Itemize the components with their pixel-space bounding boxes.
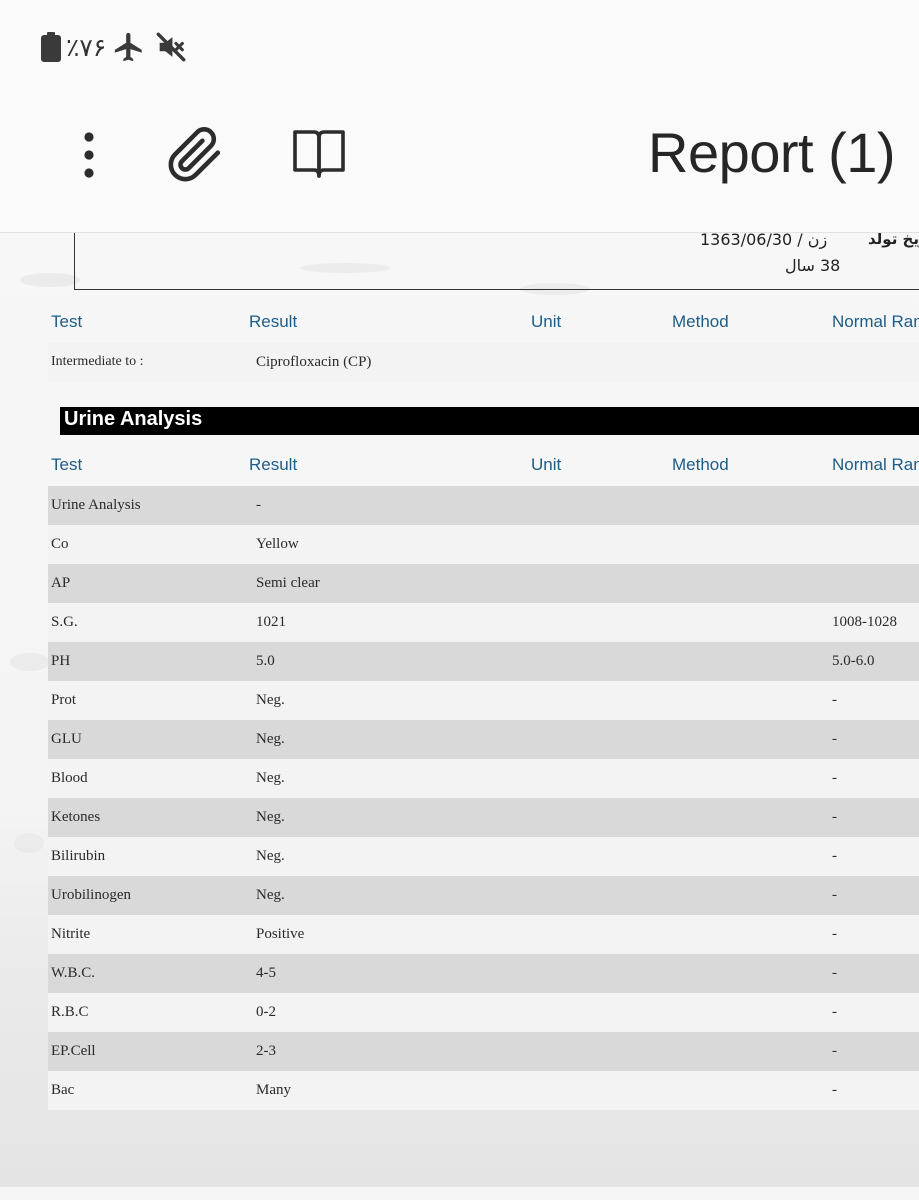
normal-range: - (832, 1004, 837, 1020)
test-name: Urine Analysis (51, 497, 141, 513)
test-name: Nitrite (51, 926, 91, 942)
test-name: R.B.C (51, 1004, 89, 1020)
paper-texture (20, 273, 80, 287)
table-row: Urine Analysis - (48, 486, 919, 525)
table-row: GLU Neg. - (48, 720, 919, 759)
test-result: 1021 (256, 614, 286, 630)
table-row: Intermediate to : Ciprofloxacin (CP) (48, 343, 919, 382)
test-name: S.G. (51, 614, 78, 630)
normal-range: - (832, 692, 837, 708)
test-name: Prot (51, 692, 77, 708)
bottom-edge (0, 1187, 919, 1200)
table-row: Blood Neg. - (48, 759, 919, 798)
table-row: Nitrite Positive - (48, 915, 919, 954)
col-test: Test (51, 455, 83, 474)
test-result: - (256, 497, 261, 513)
table-row: Co Yellow (48, 525, 919, 564)
col-result: Result (249, 312, 298, 331)
muted-icon (156, 32, 186, 62)
test-result: Semi clear (256, 575, 320, 591)
test-result: Neg. (256, 770, 285, 786)
test-name: Intermediate to : (51, 354, 144, 369)
test-result: Neg. (256, 887, 285, 903)
table-row: EP.Cell 2-3 - (48, 1032, 919, 1071)
table-header: Test Result Unit Method Normal Ran (0, 302, 919, 342)
test-name: W.B.C. (51, 965, 96, 981)
table-row: R.B.C 0-2 - (48, 993, 919, 1032)
test-name: EP.Cell (51, 1043, 96, 1059)
table-row: Bac Many - (48, 1071, 919, 1110)
test-result: Ciprofloxacin (CP) (256, 354, 372, 370)
test-result: Neg. (256, 848, 285, 864)
test-result: Neg. (256, 809, 285, 825)
normal-range: - (832, 965, 837, 981)
normal-range: 5.0-6.0 (832, 653, 875, 669)
test-name: Ketones (51, 809, 101, 825)
test-name: AP (51, 575, 71, 591)
normal-range: - (832, 770, 837, 786)
normal-range: - (832, 926, 837, 942)
col-unit: Unit (531, 312, 562, 331)
table-row: W.B.C. 4-5 - (48, 954, 919, 993)
status-icons: ٪۷۶ (40, 30, 188, 64)
test-result: 5.0 (256, 653, 275, 669)
test-result: 0-2 (256, 1004, 276, 1020)
test-result: Many (256, 1082, 291, 1098)
gender-dob-value: زن / 1363/06/30 (700, 233, 828, 249)
test-name: Bac (51, 1082, 75, 1098)
battery-icon (41, 32, 61, 62)
table-row: PH 5.0 5.0-6.0 (48, 642, 919, 681)
col-test: Test (51, 312, 83, 331)
test-result: Positive (256, 926, 305, 942)
normal-range: - (832, 848, 837, 864)
table-header: Test Result Unit Method Normal Ran (0, 445, 919, 485)
test-name: Bilirubin (51, 848, 106, 864)
test-result: 4-5 (256, 965, 276, 981)
col-result: Result (249, 455, 298, 474)
attachment-icon[interactable] (166, 126, 224, 184)
normal-range: - (832, 887, 837, 903)
section-title: Urine Analysis (64, 408, 203, 430)
document-viewer[interactable]: زن / 1363/06/30 تاریخ تولد 38 سال Test R… (0, 233, 919, 1187)
battery-percentage: ٪۷۶ (66, 32, 107, 62)
normal-range: - (832, 1082, 837, 1098)
document-title: Report (1) (648, 121, 896, 184)
table-row: AP Semi clear (48, 564, 919, 603)
col-method: Method (672, 312, 729, 331)
table-row: S.G. 1021 1008-1028 (48, 603, 919, 642)
test-result: 2-3 (256, 1043, 276, 1059)
table-row: Prot Neg. - (48, 681, 919, 720)
airplane-mode-icon (115, 32, 143, 62)
reading-mode-icon[interactable] (289, 126, 349, 182)
col-normal-range: Normal Ran (832, 312, 919, 331)
col-unit: Unit (531, 455, 562, 474)
normal-range: 1008-1028 (832, 614, 897, 630)
test-name: PH (51, 653, 71, 669)
test-result: Yellow (256, 536, 299, 552)
col-method: Method (672, 455, 729, 474)
table-row: Urobilinogen Neg. - (48, 876, 919, 915)
dob-label: تاریخ تولد (868, 233, 919, 248)
age-value: 38 سال (785, 256, 841, 275)
table-row: Ketones Neg. - (48, 798, 919, 837)
normal-range: - (832, 809, 837, 825)
paper-texture (10, 653, 50, 671)
test-name: Urobilinogen (51, 887, 131, 903)
status-bar: ٪۷۶ (0, 0, 919, 95)
col-normal-range: Normal Ran (832, 455, 919, 474)
test-name: GLU (51, 731, 82, 747)
section-header: Urine Analysis (60, 407, 919, 435)
test-result: Neg. (256, 731, 285, 747)
normal-range: - (832, 1043, 837, 1059)
more-options-icon[interactable] (72, 128, 106, 182)
test-name: Blood (51, 770, 88, 786)
paper-texture (14, 833, 44, 853)
normal-range: - (832, 731, 837, 747)
table-row: Bilirubin Neg. - (48, 837, 919, 876)
test-result: Neg. (256, 692, 285, 708)
test-name: Co (51, 536, 69, 552)
